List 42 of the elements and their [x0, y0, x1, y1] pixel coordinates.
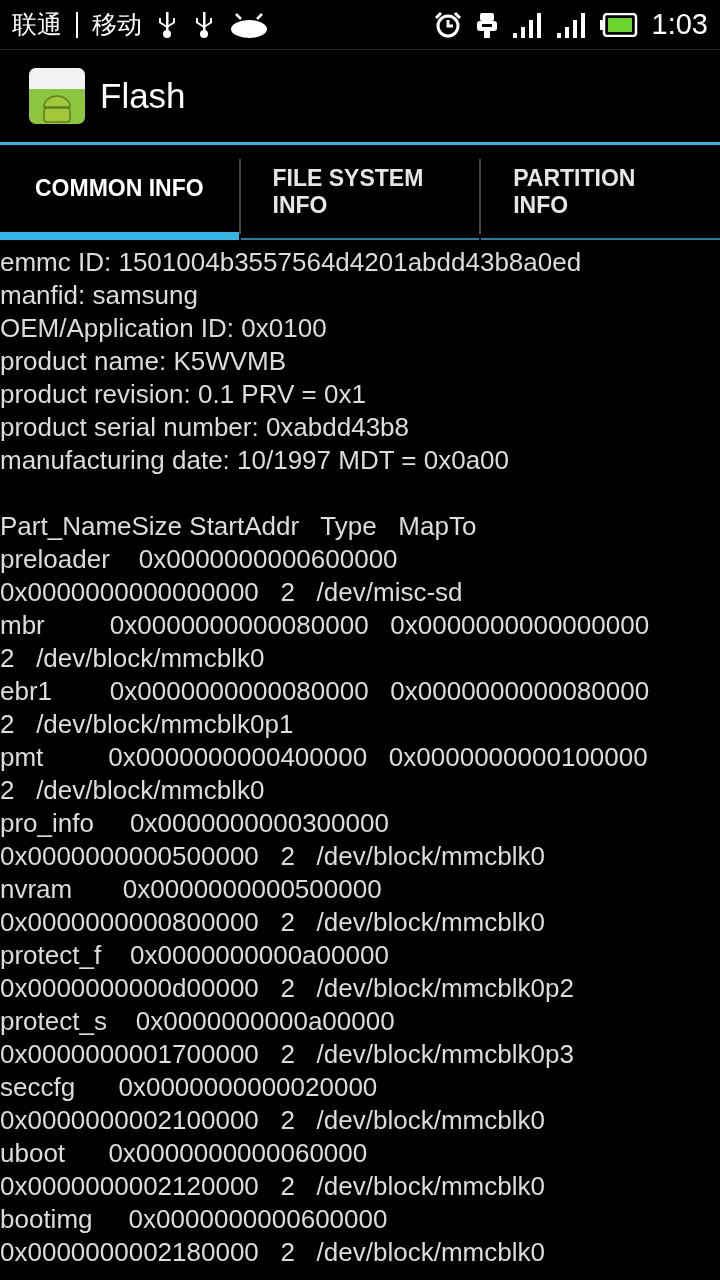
info-line: 0x0000000000500000 2 /dev/block/mmcblk0 — [0, 840, 546, 873]
info-line: protect_s 0x0000000000a00000 — [0, 1005, 396, 1038]
android-head-icon — [230, 11, 268, 38]
usb-debug-icon — [475, 10, 498, 39]
info-line: ebr1 0x0000000000080000 0x0000000000080000 — [0, 675, 651, 708]
info-line: manufacturing date: 10/1997 MDT = 0x0a00 — [0, 444, 511, 477]
app-title: Flash — [100, 76, 186, 116]
info-line: seccfg 0x0000000000020000 — [0, 1071, 379, 1104]
usb-icon — [156, 9, 178, 40]
info-line: 2 /dev/block/mmcblk0 — [0, 774, 266, 807]
info-line: product revision: 0.1 PRV = 0x1 — [0, 378, 367, 411]
info-line: product name: K5WVMB — [0, 345, 288, 378]
info-line: bootimg 0x0000000000600000 — [0, 1203, 389, 1236]
info-line: nvram 0x0000000000500000 — [0, 873, 383, 906]
info-line: OEM/Application ID: 0x0100 — [0, 312, 328, 345]
info-line: 0x0000000000000000 2 /dev/misc-sd — [0, 576, 464, 609]
info-line: 0x0000000002100000 2 /dev/block/mmcblk0 — [0, 1104, 546, 1137]
info-line: 0x0000000002120000 2 /dev/block/mmcblk0 — [0, 1170, 546, 1203]
info-line: 0x0000000000800000 2 /dev/block/mmcblk0 — [0, 906, 546, 939]
info-line: pro_info 0x0000000000300000 — [0, 807, 390, 840]
info-line: 0x0000000000d00000 2 /dev/block/mmcblk0p2 — [0, 972, 575, 1005]
app-icon — [28, 67, 86, 125]
info-line: mbr 0x0000000000080000 0x0000000000000000 — [0, 609, 651, 642]
battery-icon — [599, 12, 638, 37]
info-line: manfid: samsung — [0, 279, 199, 312]
info-line: pmt 0x0000000000400000 0x0000000000100000 — [0, 741, 649, 774]
info-line: product serial number: 0xabdd43b8 — [0, 411, 411, 444]
info-line: 2 /dev/block/mmcblk0p1 — [0, 708, 295, 741]
info-line: 0x0000000001700000 2 /dev/block/mmcblk0p3 — [0, 1038, 575, 1071]
info-line: 2 /dev/block/mmcblk0 — [0, 642, 266, 675]
info-line: uboot 0x0000000000060000 — [0, 1137, 369, 1170]
info-line: protect_f 0x0000000000a00000 — [0, 939, 390, 972]
carrier-name: 联通 — [12, 9, 62, 41]
signal-icon — [555, 10, 586, 39]
info-line: emmc ID: 1501004b3557564d4201abdd43b8a0ed — [0, 246, 583, 279]
info-line: preloader 0x0000000000600000 — [0, 543, 399, 576]
clock-time: 1:03 — [651, 8, 708, 41]
signal-icon — [511, 10, 542, 39]
carrier-name: 移动 — [92, 9, 142, 41]
alarm-clock-icon — [433, 10, 462, 39]
info-line: 0x0000000002180000 2 /dev/block/mmcblk0 — [0, 1236, 546, 1269]
info-line: Part_NameSize StartAddr Type MapTo — [0, 510, 478, 543]
